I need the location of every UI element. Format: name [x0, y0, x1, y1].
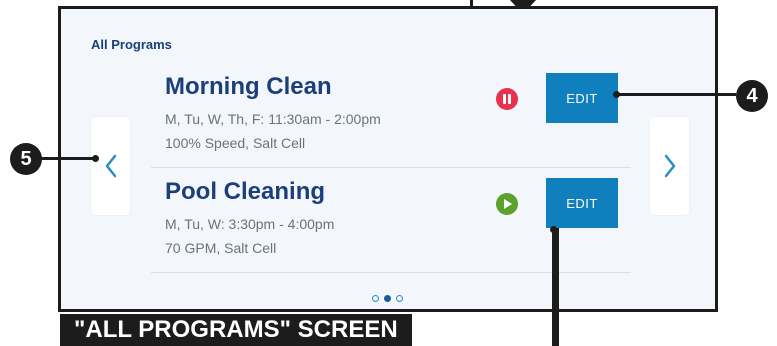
program-settings: 100% Speed, Salt Cell	[165, 135, 306, 151]
program-name: Morning Clean	[165, 73, 332, 100]
callout-4-dot	[613, 91, 620, 98]
annotation-line-bottom	[552, 228, 559, 346]
pause-icon[interactable]	[496, 88, 518, 110]
callout-5: 5	[10, 143, 42, 175]
program-card-morning-clean: Morning Clean M, Tu, W, Th, F: 11:30am -…	[151, 69, 631, 168]
edit-button[interactable]: EDIT	[546, 178, 618, 228]
program-settings: 70 GPM, Salt Cell	[165, 240, 277, 256]
page-indicator	[372, 295, 403, 302]
page-dot-active[interactable]	[384, 295, 391, 302]
callout-5-line	[40, 157, 95, 160]
callout-4: 4	[736, 80, 768, 112]
callout-5-dot	[92, 155, 99, 162]
play-icon[interactable]	[496, 193, 518, 215]
page-dot[interactable]	[396, 295, 403, 302]
edit-button[interactable]: EDIT	[546, 73, 618, 123]
page-title: All Programs	[91, 37, 172, 52]
chevron-right-icon	[664, 154, 675, 178]
callout-4-line	[616, 93, 736, 96]
all-programs-screen: All Programs Morning Clean M, Tu, W, Th,…	[58, 6, 718, 312]
screen-caption: "ALL PROGRAMS" SCREEN	[60, 314, 412, 346]
next-page-button[interactable]	[650, 117, 689, 215]
page-dot[interactable]	[372, 295, 379, 302]
program-card-pool-cleaning: Pool Cleaning M, Tu, W: 3:30pm - 4:00pm …	[151, 174, 631, 273]
program-name: Pool Cleaning	[165, 178, 326, 205]
program-schedule: M, Tu, W: 3:30pm - 4:00pm	[165, 216, 335, 232]
chevron-left-icon	[105, 154, 116, 178]
previous-page-button[interactable]	[91, 117, 130, 215]
program-schedule: M, Tu, W, Th, F: 11:30am - 2:00pm	[165, 111, 381, 127]
